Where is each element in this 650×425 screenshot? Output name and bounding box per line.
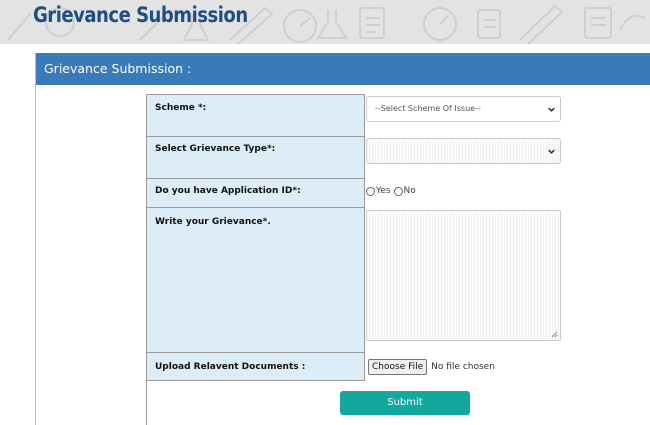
no-radio[interactable] [393,186,403,196]
row-divider [146,352,365,353]
title-banner: Grievance Submission [0,0,650,44]
upload-label: Upload Relavent Documents : [155,362,306,372]
scheme-label: Scheme *: [155,103,207,113]
resize-grip-icon[interactable] [551,331,558,338]
application-id-label: Do you have Application ID*: [155,186,301,196]
submit-button[interactable]: Submit [340,391,470,415]
no-radio-label[interactable]: No [404,186,416,196]
page-title: Grievance Submission [33,3,248,27]
grievance-textarea[interactable] [366,210,561,341]
file-upload: Choose File No file chosen [368,359,495,375]
grievance-type-label: Select Grievance Type*: [155,144,276,154]
application-id-radio-group: Yes No [366,186,416,196]
row-divider [146,178,365,179]
form-divider [146,380,147,425]
row-divider [146,136,365,137]
scheme-select[interactable]: --Select Scheme Of Issue-- [366,96,561,122]
choose-file-button[interactable]: Choose File [368,359,428,375]
grievance-text-label: Write your Grievance*. [155,217,271,227]
row-divider [146,207,365,208]
form-label-column [146,94,365,381]
no-file-text: No file chosen [431,362,495,372]
yes-radio[interactable] [366,186,375,196]
panel-header: Grievance Submission : [36,53,650,85]
chevron-down-icon [548,107,555,112]
scheme-select-value: --Select Scheme Of Issue-- [375,104,481,113]
chevron-down-icon [548,149,555,154]
yes-radio-label[interactable]: Yes [376,186,391,196]
grievance-type-select[interactable] [366,138,561,164]
